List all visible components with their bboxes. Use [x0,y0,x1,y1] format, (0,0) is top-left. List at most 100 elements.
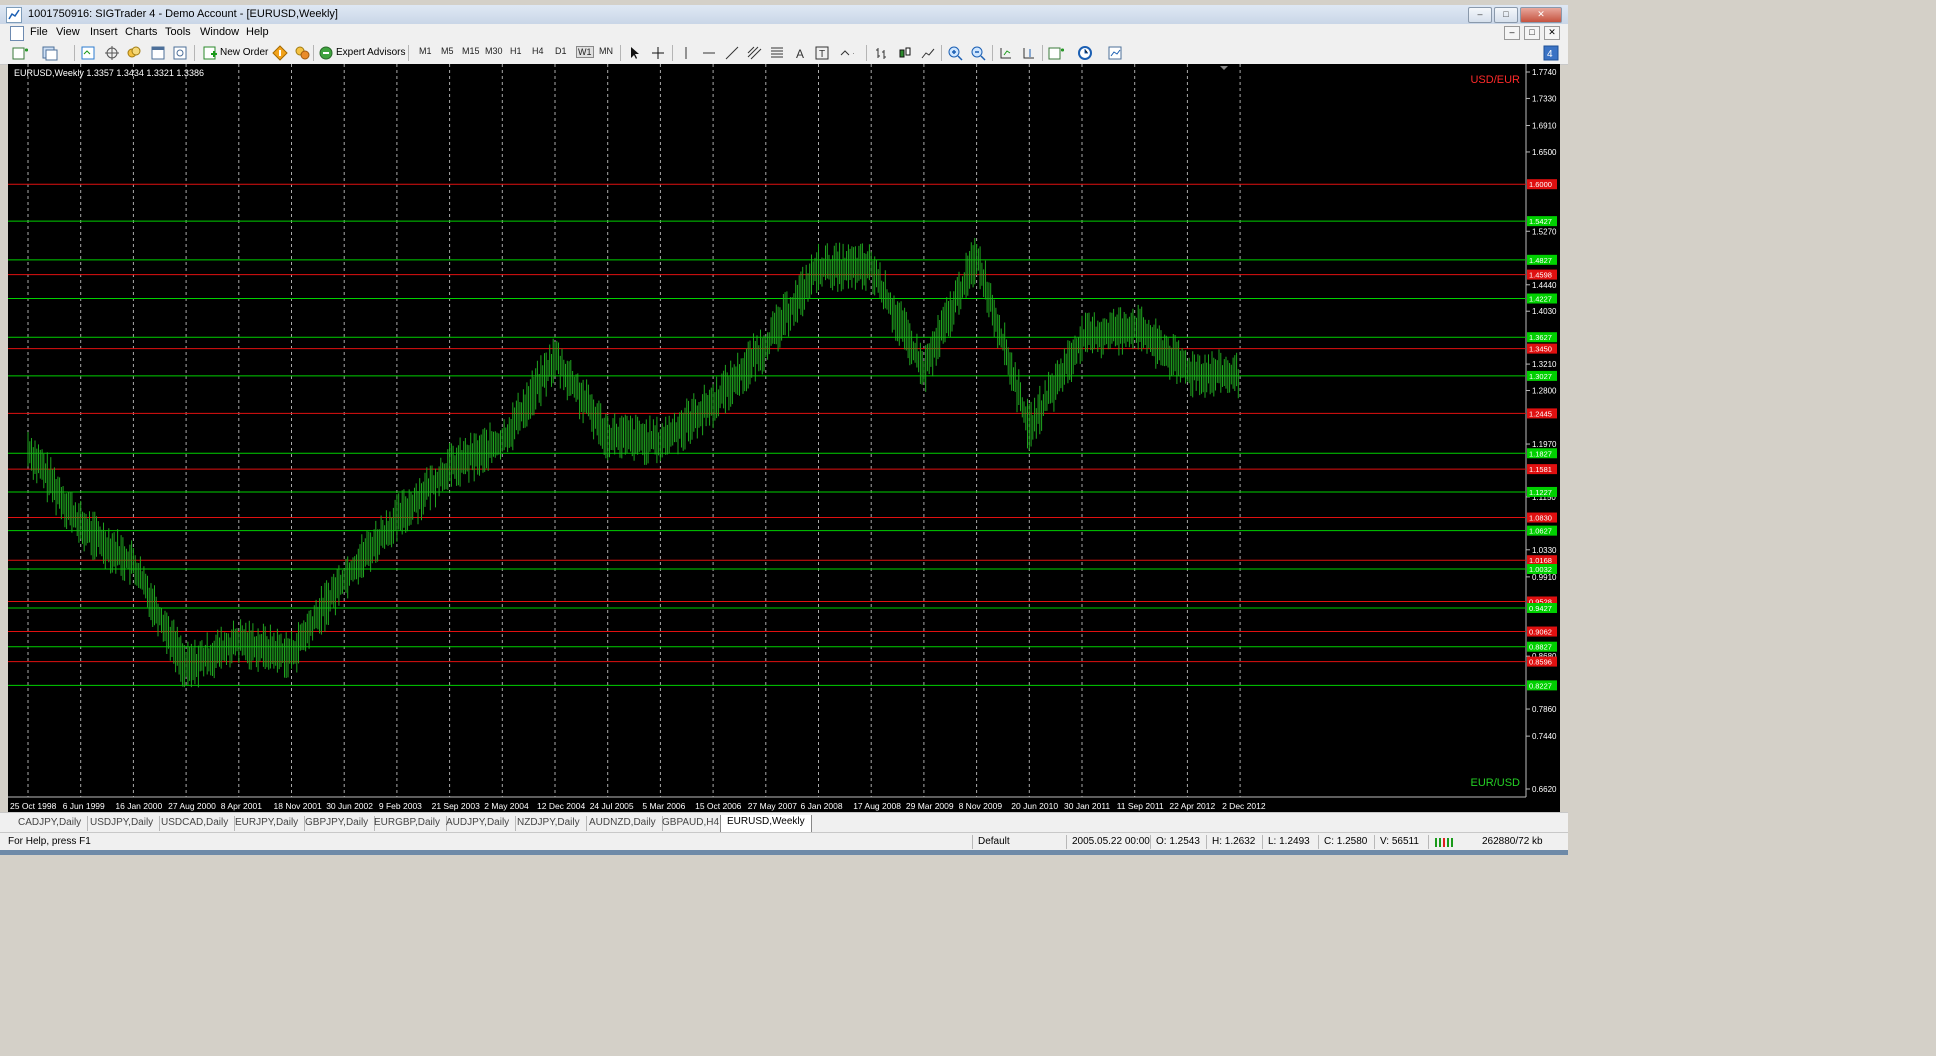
price-line-label: 1.0168 [1529,556,1552,565]
profiles-icon[interactable] [42,45,58,61]
expert-advisors-button[interactable]: Expert Advisors [336,45,405,61]
horizontal-line-icon[interactable] [701,45,717,61]
market-watch-icon[interactable] [80,45,96,61]
templates-icon[interactable] [1108,45,1124,61]
vertical-line-icon[interactable] [678,45,694,61]
tab-eurgbp[interactable]: EURGBP,Daily [368,816,447,831]
mdi-minimize-button[interactable]: – [1504,26,1520,40]
periods-clock-icon[interactable] [1078,45,1094,61]
menu-bar: File View Insert Charts Tools Window Hel… [0,24,1568,43]
timeframe-m15-button[interactable]: M15 [462,46,480,56]
account-info-icon[interactable]: 4 [1543,45,1559,61]
chart-shift-icon[interactable] [1021,45,1037,61]
chart-area[interactable]: 25 Oct 1998 6 Jun 1999 16 Jan 2000 27 Aug 2… [8,64,1560,812]
menu-tools[interactable]: Tools [165,26,191,38]
tab-audnzd[interactable]: AUDNZD,Daily [583,816,663,831]
tab-audjpy[interactable]: AUDJPY,Daily [440,816,517,831]
tab-cadjpy[interactable]: CADJPY,Daily [12,816,89,831]
timeframe-m5-button[interactable]: M5 [441,46,454,56]
status-separator [1150,835,1151,849]
zoom-in-icon[interactable] [947,45,963,61]
time-axis-label: 9 Feb 2003 [379,801,422,811]
tab-gbpjpy[interactable]: GBPJPY,Daily [299,816,376,831]
toolbar-separator [408,45,409,61]
status-separator [972,835,973,849]
toolbar-separator [866,45,867,61]
new-order-button[interactable]: New Order [220,45,268,61]
text-label-icon[interactable]: T [814,45,830,61]
timeframe-h1-button[interactable]: H1 [510,46,522,56]
price-axis-label: 1.1970 [1532,440,1557,449]
price-axis-label: 1.0330 [1532,546,1557,555]
windows-taskbar [0,850,1568,855]
eur-usd-label: EUR/USD [1470,777,1520,789]
timeframe-mn-button[interactable]: MN [599,46,613,56]
menu-window[interactable]: Window [200,26,239,38]
tab-eurjpy[interactable]: EURJPY,Daily [229,816,306,831]
bar-chart-icon[interactable] [874,45,890,61]
candlestick-icon[interactable] [897,45,913,61]
cursor-icon[interactable] [627,45,643,61]
arrows-icon[interactable] [838,45,854,61]
metaeditor-icon[interactable] [272,45,288,61]
tab-nzdjpy[interactable]: NZDJPY,Daily [511,816,587,831]
menu-view[interactable]: View [56,26,80,38]
maximize-button[interactable]: □ [1494,7,1518,23]
price-line-label: 1.4227 [1529,295,1552,304]
indicators-icon[interactable] [1048,45,1064,61]
tab-usdcad[interactable]: USDCAD,Daily [155,816,236,831]
data-window-icon[interactable] [126,45,142,61]
mdi-close-button[interactable]: ✕ [1544,26,1560,40]
timeframe-w1-button[interactable]: W1 [576,46,594,58]
timeframe-d1-button[interactable]: D1 [555,46,567,56]
line-chart-icon[interactable] [920,45,936,61]
price-axis-label: 1.6910 [1532,122,1557,131]
minimize-button[interactable]: – [1468,7,1492,23]
new-chart-icon[interactable] [12,45,28,61]
crosshair-icon[interactable] [650,45,666,61]
strategy-tester-icon[interactable] [172,45,188,61]
terminal-icon[interactable] [150,45,166,61]
zoom-out-icon[interactable] [970,45,986,61]
toolbar-separator [313,45,314,61]
expert-advisors-icon[interactable] [318,45,334,61]
status-bar: For Help, press F1 Default 2005.05.22 00… [0,832,1568,851]
tab-usdjpy[interactable]: USDJPY,Daily [84,816,161,831]
price-chart[interactable]: 25 Oct 1998 6 Jun 1999 16 Jan 2000 27 Aug 2… [8,64,1560,812]
connection-bars-icon[interactable] [1434,836,1456,848]
chart-autoscroll-icon[interactable] [998,45,1014,61]
text-icon[interactable]: A [792,45,808,61]
menu-insert[interactable]: Insert [90,26,118,38]
svg-text:T: T [819,49,825,60]
timeframe-m30-button[interactable]: M30 [485,46,503,56]
status-help-text: For Help, press F1 [8,836,91,847]
price-axis-label: 1.2800 [1532,387,1557,396]
trendline-icon[interactable] [724,45,740,61]
time-axis-label: 8 Apr 2001 [221,801,262,811]
chart-shift-marker [1220,66,1228,70]
timeframe-h4-button[interactable]: H4 [532,46,544,56]
menu-charts[interactable]: Charts [125,26,157,38]
timeframe-m1-button[interactable]: M1 [419,46,432,56]
price-line-label: 1.2445 [1529,409,1552,418]
fibonacci-icon[interactable] [769,45,785,61]
equidistant-channel-icon[interactable] [746,45,762,61]
toolbar-separator [74,45,75,61]
menu-file[interactable]: File [30,26,48,38]
tab-gbpaud[interactable]: GBPAUD,H4 [656,816,727,831]
status-close: C: 1.2580 [1324,836,1368,847]
time-axis-label: 29 Mar 2009 [906,801,954,811]
toolbar-separator [1042,45,1043,61]
document-icon[interactable] [10,26,24,41]
time-axis-label: 25 Oct 1998 [10,801,57,811]
menu-help[interactable]: Help [246,26,269,38]
time-axis-label: 12 Dec 2004 [537,801,585,811]
price-axis-label: 1.4440 [1532,281,1557,290]
price-line-label: 1.0032 [1529,565,1552,574]
tab-eurusd-weekly[interactable]: EURUSD,Weekly [720,815,812,833]
navigator-icon[interactable] [104,45,120,61]
new-order-icon[interactable] [202,45,218,61]
mdi-restore-button[interactable]: □ [1524,26,1540,40]
autotrading-settings-icon[interactable] [294,45,310,61]
close-button[interactable]: ✕ [1520,7,1562,23]
